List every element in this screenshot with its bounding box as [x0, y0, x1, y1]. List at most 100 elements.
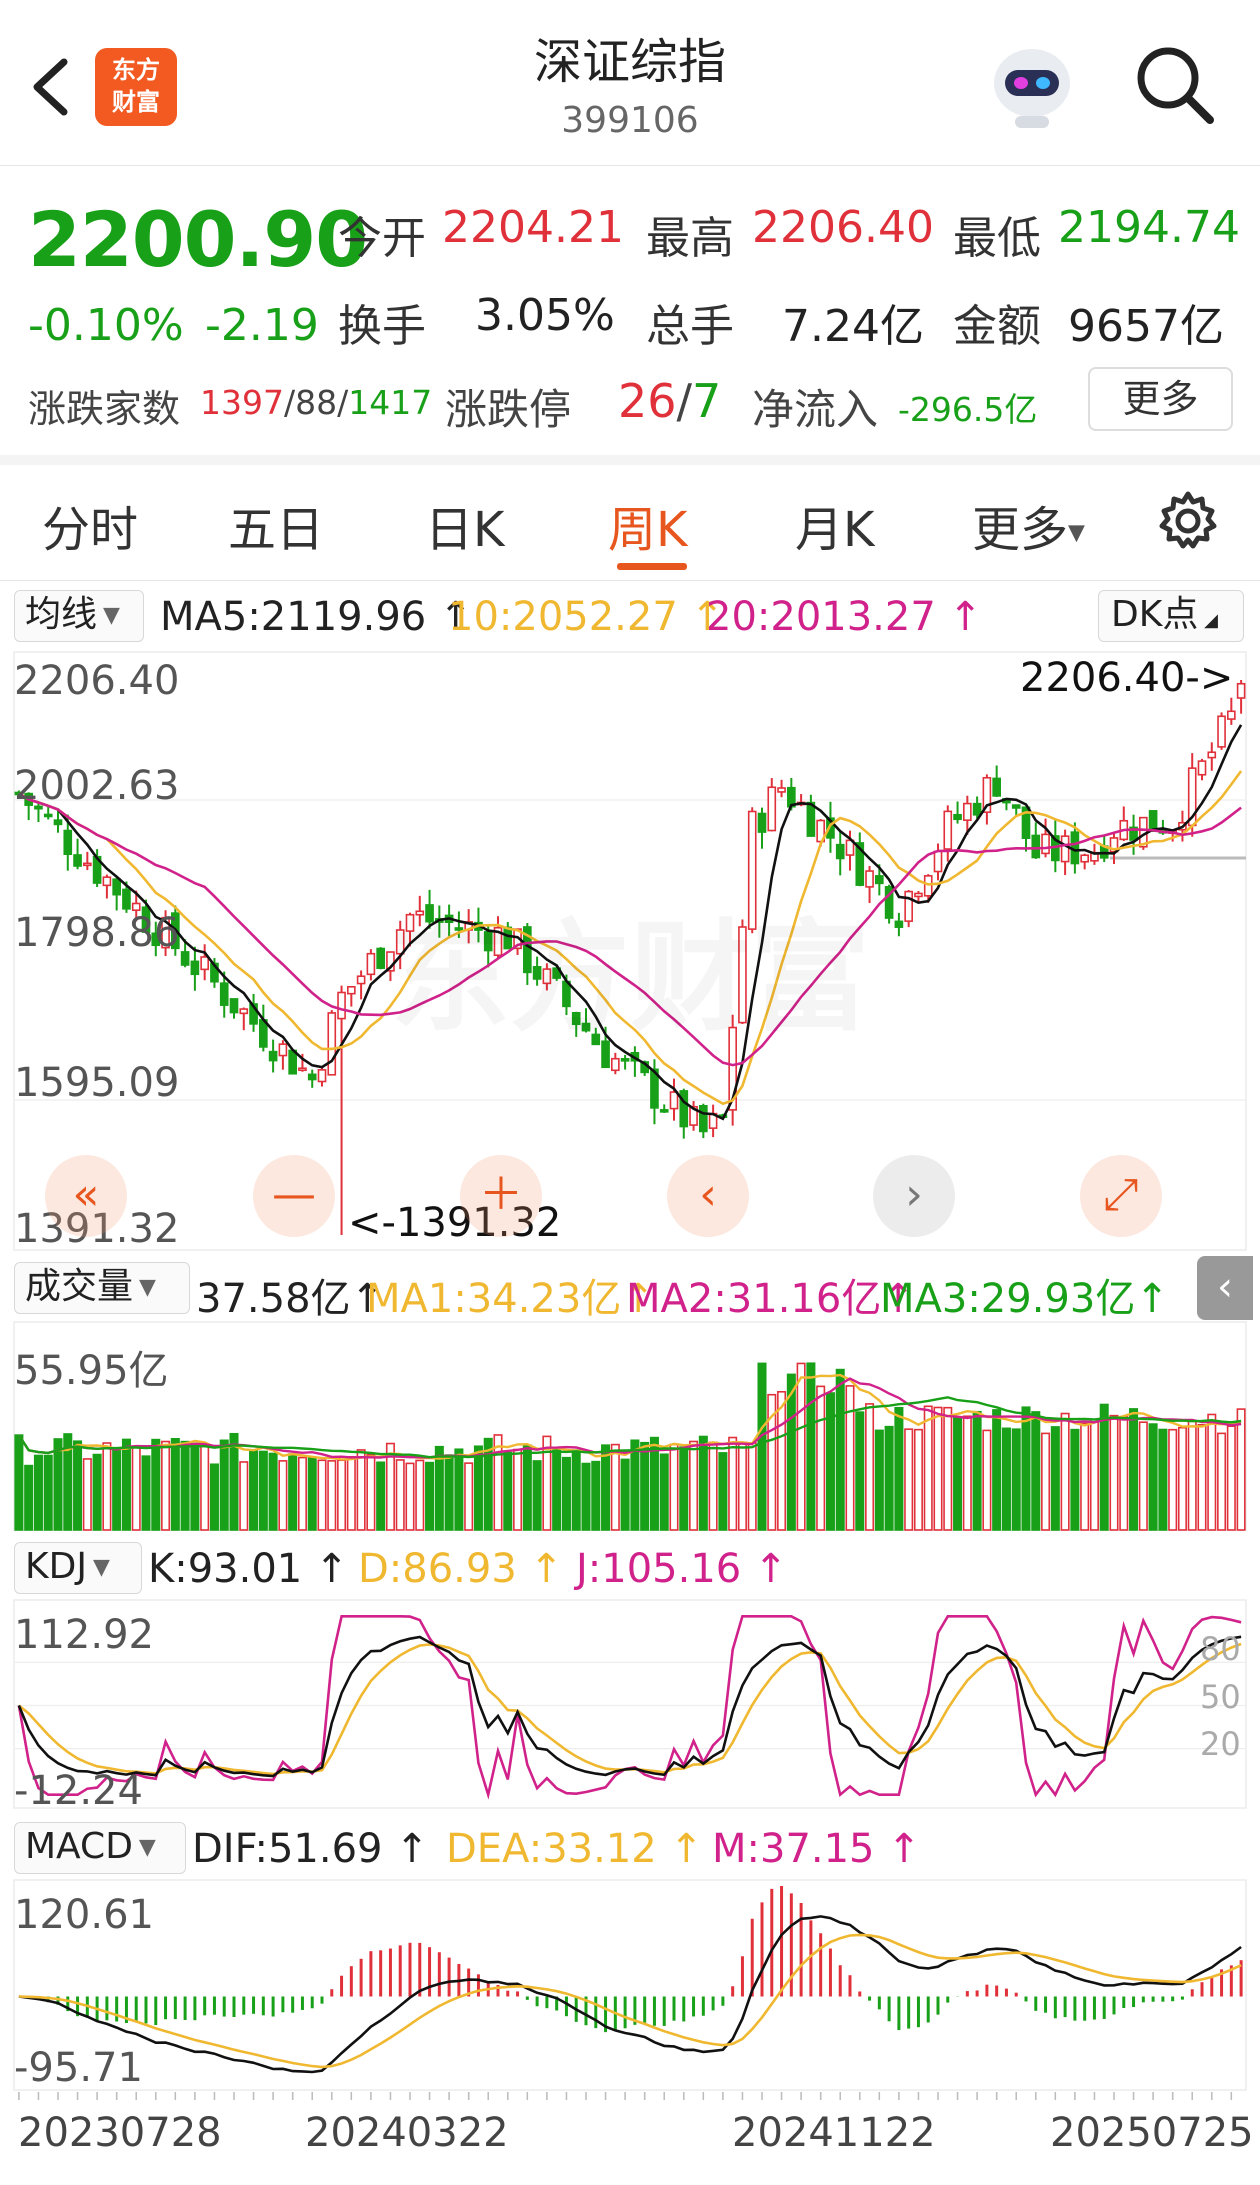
macd-m: M:37.15 ↑: [712, 1826, 921, 1872]
volume-bar: [24, 1464, 34, 1531]
candle-body: [317, 1069, 327, 1083]
volume-bar: [777, 1390, 787, 1531]
volume-bar: [1119, 1416, 1129, 1531]
candle-body: [122, 888, 131, 910]
volume-bar: [904, 1428, 914, 1531]
dk-point-button[interactable]: DK点 ◢: [1098, 590, 1244, 642]
volume-bar: [913, 1428, 923, 1531]
volume-bar: [923, 1405, 933, 1531]
candle-body: [904, 890, 913, 922]
volume-bar: [874, 1429, 884, 1531]
macd-select[interactable]: MACD ▼: [14, 1822, 186, 1874]
volume-bar: [610, 1443, 620, 1531]
macd-dif-line: [18, 1915, 1242, 2074]
candle-body: [835, 843, 845, 860]
scroll-left-fast-button[interactable]: «: [45, 1155, 127, 1237]
fullscreen-icon[interactable]: ⤢: [1080, 1155, 1162, 1237]
candle-body: [620, 1058, 630, 1062]
volume-bar: [473, 1445, 483, 1531]
volume-bar: [415, 1459, 425, 1531]
volume-bar: [532, 1460, 542, 1531]
candle-body: [1227, 710, 1236, 720]
volume-bar: [943, 1406, 953, 1531]
volume-bar: [366, 1453, 376, 1531]
volume-bar: [552, 1447, 562, 1531]
volume-ma2: MA2:31.16亿↑: [626, 1276, 915, 1322]
dropdown-arrow-icon: ▼: [138, 1835, 156, 1860]
date-label-1: 20230728: [18, 2110, 222, 2156]
volume-bar: [1060, 1412, 1070, 1531]
volume-bar: [640, 1441, 650, 1531]
volume-bar: [1207, 1413, 1217, 1531]
volume-bar: [219, 1439, 229, 1531]
ma-select[interactable]: 均线 ▼: [14, 590, 144, 642]
volume-select-label: 成交量: [25, 1266, 134, 1307]
candle-body: [288, 1049, 297, 1075]
candle-body: [63, 829, 73, 855]
volume-bar: [464, 1462, 474, 1531]
volume-bar: [1168, 1428, 1178, 1531]
kdj-k-text: K:93.01: [148, 1546, 303, 1592]
volume-bar: [1041, 1432, 1051, 1531]
volume-bar: [884, 1425, 894, 1531]
volume-bar: [346, 1455, 356, 1531]
volume-bar: [1148, 1423, 1158, 1531]
volume-bar: [708, 1441, 718, 1531]
panel-frame: [13, 1599, 1247, 1809]
zoom-in-button[interactable]: ＋: [460, 1155, 542, 1237]
volume-bar: [73, 1440, 83, 1531]
volume-bar: [92, 1453, 102, 1531]
volume-ma3: MA3:29.93亿↑: [880, 1276, 1169, 1322]
price-axis-4: 1595.09: [14, 1060, 180, 1106]
volume-ma1-text: MA1:34.23亿: [366, 1276, 622, 1322]
volume-bar: [503, 1451, 513, 1531]
candle-body: [239, 1008, 249, 1015]
volume-bar: [962, 1415, 972, 1531]
candle-body: [972, 802, 982, 816]
collapse-panel-button[interactable]: ‹: [1197, 1256, 1253, 1320]
volume-bar: [601, 1444, 611, 1531]
volume-bar: [356, 1449, 366, 1531]
date-label-3: 20241122: [732, 2110, 936, 2156]
volume-bar: [53, 1438, 63, 1531]
volume-ma2-text: MA2:31.16亿: [626, 1276, 882, 1322]
candle-body: [268, 1050, 278, 1062]
volume-axis-max: 55.95亿: [14, 1348, 169, 1394]
volume-bar: [33, 1454, 43, 1531]
candle-body: [767, 786, 777, 832]
volume-bar: [121, 1438, 131, 1531]
volume-bar: [288, 1453, 298, 1531]
candle-body: [347, 986, 356, 995]
scroll-right-button[interactable]: ›: [873, 1155, 955, 1237]
volume-select[interactable]: 成交量 ▼: [14, 1262, 190, 1314]
volume-bar: [1011, 1428, 1021, 1531]
candle-body: [1011, 804, 1021, 809]
volume-bar: [825, 1392, 835, 1531]
volume-ma1: MA1:34.23亿↑: [366, 1276, 655, 1322]
volume-bar: [1187, 1419, 1197, 1531]
volume-bar: [209, 1463, 219, 1531]
candle-body: [298, 1067, 307, 1072]
volume-bar: [444, 1454, 454, 1531]
volume-bar: [161, 1440, 171, 1531]
scroll-left-button[interactable]: ‹: [667, 1155, 749, 1237]
candle-body: [376, 947, 385, 969]
volume-bar: [561, 1456, 571, 1531]
volume-bar: [1080, 1422, 1090, 1531]
zoom-out-button[interactable]: —: [253, 1155, 335, 1237]
watermark: 东方财富: [390, 880, 870, 1054]
candle-body: [219, 982, 229, 1006]
candle-body: [806, 801, 816, 837]
volume-bar: [425, 1461, 435, 1531]
kdj-d: D:86.93 ↑: [358, 1546, 564, 1592]
ma20-text: 20:2013.27: [706, 594, 936, 640]
volume-bar: [953, 1417, 963, 1531]
candle-body: [894, 920, 904, 928]
dk-label: DK点: [1111, 594, 1199, 635]
candle-body: [73, 854, 82, 867]
kdj-ref-80: 80: [1200, 1630, 1241, 1668]
volume-bar: [43, 1454, 53, 1531]
volume-bar: [1099, 1403, 1109, 1531]
kdj-select[interactable]: KDJ ▼: [14, 1542, 142, 1594]
candle-body: [356, 975, 366, 985]
